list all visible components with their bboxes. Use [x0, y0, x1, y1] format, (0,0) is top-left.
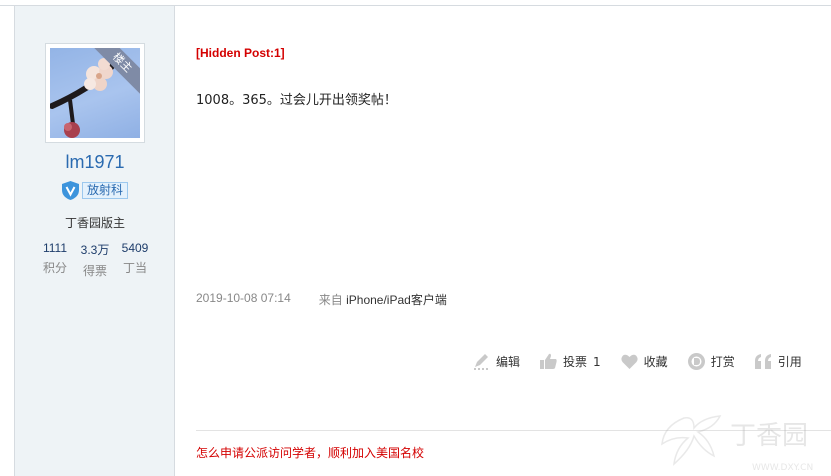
- username-link[interactable]: lm1971: [15, 152, 175, 173]
- reward-coin-icon: [687, 353, 705, 370]
- post-source-client[interactable]: iPhone/iPad客户端: [346, 293, 447, 307]
- edit-label: 编辑: [496, 355, 521, 369]
- promo-link[interactable]: 怎么申请公派访问学者，顺利加入美国名校: [196, 444, 424, 461]
- stat-label: 丁当: [122, 261, 147, 275]
- stat-votes[interactable]: 3.3万 得票: [75, 241, 115, 279]
- verified-shield-icon: [62, 181, 79, 200]
- department-badge-label: 放射科: [82, 182, 129, 199]
- favorite-button[interactable]: 收藏: [620, 352, 668, 371]
- watermark-url: WWW.DXY.CN: [752, 463, 813, 473]
- watermark-name: 丁香园: [730, 421, 808, 451]
- avatar[interactable]: 楼主: [50, 48, 140, 138]
- user-rank: 丁香园版主: [64, 216, 125, 230]
- heart-icon: [621, 354, 638, 369]
- post-body: [Hidden Post:1] 1008。365。过会儿开出领奖帖！ 2019-…: [176, 6, 831, 476]
- author-sidebar: 楼主 lm1971 放射科 丁香园版主 1111 积分 3.3万 得票 5409…: [15, 6, 175, 476]
- user-stats: 1111 积分 3.3万 得票 5409 丁当: [35, 241, 155, 279]
- edit-button[interactable]: 编辑: [472, 352, 520, 371]
- department-badge[interactable]: 放射科: [61, 180, 129, 201]
- reward-button[interactable]: 打赏: [687, 352, 735, 371]
- vote-label: 投票: [563, 355, 588, 369]
- stat-label: 积分: [42, 261, 67, 275]
- avatar-frame[interactable]: 楼主: [45, 43, 145, 143]
- stat-points[interactable]: 1111 积分: [35, 241, 75, 279]
- vote-button[interactable]: 投票 1: [539, 352, 601, 371]
- hidden-post-label: [Hidden Post:1]: [196, 46, 285, 60]
- favorite-label: 收藏: [643, 355, 668, 369]
- post-content: 1008。365。过会儿开出领奖帖！: [196, 93, 397, 108]
- stat-label: 得票: [82, 264, 107, 278]
- stat-value: 5409: [121, 241, 149, 255]
- post-source: 来自 iPhone/iPad客户端: [319, 291, 447, 308]
- stat-value: 3.3万: [80, 243, 110, 257]
- post-meta: 2019-10-08 07:14 来自 iPhone/iPad客户端: [196, 291, 447, 308]
- pencil-icon: [474, 354, 489, 370]
- post-timestamp: 2019-10-08 07:14: [196, 291, 291, 305]
- vote-count: 1: [593, 354, 601, 369]
- quote-icon: [754, 354, 771, 369]
- post-source-prefix: 来自: [318, 293, 343, 307]
- stat-value: 1111: [42, 241, 68, 255]
- reward-label: 打赏: [710, 355, 735, 369]
- quote-button[interactable]: 引用: [754, 352, 802, 371]
- quote-label: 引用: [777, 355, 802, 369]
- thumbs-up-icon: [540, 353, 557, 369]
- dxy-watermark-logo: 丁香园 WWW.DXY.CN: [661, 415, 813, 473]
- stat-dingdang[interactable]: 5409 丁当: [115, 241, 155, 279]
- post-actions: 编辑 投票 1 收藏 打赏 引用: [472, 352, 802, 371]
